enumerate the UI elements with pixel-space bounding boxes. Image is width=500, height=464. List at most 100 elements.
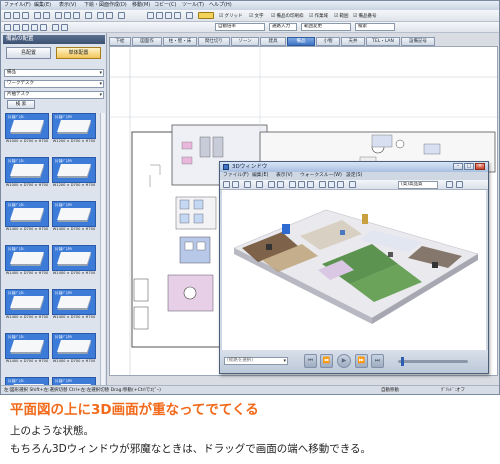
menu-copy[interactable]: コピー(C) [154, 1, 176, 10]
rotate-icon[interactable] [52, 24, 59, 31]
3d-front-view-icon[interactable] [337, 181, 344, 188]
tab-4[interactable]: ゾーン [231, 37, 259, 46]
thumbnail-scrollbar[interactable] [100, 113, 105, 394]
type-select[interactable]: 片袖デスク [4, 91, 104, 99]
island-layout-button[interactable]: 島配置 [6, 47, 51, 59]
3d-menu-settings[interactable]: 設定(S) [346, 172, 362, 180]
3d-top-view-icon[interactable] [328, 181, 335, 188]
scale-combo[interactable]: 自動倍率 [215, 23, 265, 31]
menu-view[interactable]: 表示(V) [59, 1, 76, 10]
fast-forward-button[interactable]: ⏭ [371, 354, 384, 368]
step-forward-button[interactable]: ⏩ [355, 354, 368, 368]
print-preview-icon[interactable] [43, 12, 50, 19]
3d-view-icon[interactable] [198, 12, 214, 19]
minimize-icon[interactable]: – [453, 163, 463, 170]
waypoint-select[interactable]: (経路を選択) [224, 357, 288, 365]
step-back-button[interactable]: ⏪ [320, 354, 333, 368]
tab-6[interactable]: 備品 [287, 37, 315, 46]
3d-viewport[interactable] [222, 190, 486, 350]
close-icon[interactable]: × [475, 163, 485, 170]
align-right-icon[interactable] [40, 24, 47, 31]
tab-0[interactable]: 下絵 [109, 37, 131, 46]
search-button[interactable]: 検 索 [7, 100, 35, 109]
3d-window-titlebar[interactable]: 3Dウィンドウ – □ × [220, 162, 488, 172]
tab-2[interactable]: 柱・壁・床 [163, 37, 197, 46]
3d-rotate-icon[interactable] [289, 181, 296, 188]
range-checkbox[interactable]: 範囲 [334, 12, 348, 21]
menu-tool[interactable]: ツール(T) [182, 1, 204, 10]
furniture-thumbnail[interactable]: 片袖ﾃﾞｽｸL W1400 × D700 × H700 [5, 201, 49, 239]
playback-slider-knob[interactable] [401, 357, 405, 366]
save-icon[interactable] [22, 12, 29, 19]
zoom-fit-icon[interactable] [174, 12, 181, 19]
work-area-checkbox[interactable]: 作業域 [309, 12, 328, 21]
3d-zoom-icon[interactable] [307, 181, 314, 188]
menu-file[interactable]: ファイル(F) [4, 1, 31, 10]
furniture-thumbnail[interactable]: 片袖ﾃﾞｽｸR W1400 × D700 × H700 [52, 289, 96, 327]
furniture-thumbnail[interactable]: 片袖ﾃﾞｽｸL W1000 × D700 × H700 [5, 157, 49, 195]
3d-camera-icon[interactable] [268, 181, 275, 188]
grid-checkbox[interactable]: グリッド [219, 12, 242, 21]
align-center-icon[interactable] [31, 24, 38, 31]
3d-side-view-icon[interactable] [349, 181, 356, 188]
3d-walk-icon[interactable] [319, 181, 326, 188]
3d-print-icon[interactable] [244, 181, 251, 188]
print-frame-checkbox[interactable]: 備品の印刷枠 [271, 12, 303, 21]
3d-help-icon[interactable] [456, 181, 463, 188]
3d-open-icon[interactable] [223, 181, 230, 188]
undo-icon[interactable] [97, 12, 104, 19]
tab-5[interactable]: 建具 [260, 37, 286, 46]
furniture-thumbnail[interactable]: 片袖ﾃﾞｽｸR W1400 × D700 × H700 [52, 201, 96, 239]
flip-icon[interactable] [61, 24, 68, 31]
align-left-icon[interactable] [22, 24, 29, 31]
play-button[interactable]: ▶ [337, 354, 351, 368]
furniture-thumbnail[interactable]: 片袖ﾃﾞｽｸL W1400 × D700 × H700 [5, 245, 49, 283]
3d-menu-walkthrough[interactable]: ウォークスルー(W) [300, 172, 342, 180]
menu-help[interactable]: ヘルプ(H) [209, 1, 232, 10]
tab-3[interactable]: 間仕切り [198, 37, 230, 46]
3d-copy-icon[interactable] [256, 181, 263, 188]
maximize-icon[interactable]: □ [464, 163, 474, 170]
tab-10[interactable]: 設備記号 [401, 37, 435, 46]
item-number-checkbox[interactable]: 備品番号 [353, 12, 376, 21]
zoom-window-icon[interactable] [147, 12, 154, 19]
menu-move[interactable]: 移動(M) [132, 1, 150, 10]
print-icon[interactable] [34, 12, 41, 19]
search-combo[interactable]: 検索 [355, 23, 395, 31]
3d-window[interactable]: 3Dウィンドウ – □ × ファイル(F) 編集(E) 表示(V) ウォークスル… [219, 161, 489, 374]
furniture-thumbnail[interactable]: 片袖ﾃﾞｽｸR W1400 × D700 × H700 [52, 333, 96, 371]
select-icon[interactable] [118, 12, 125, 19]
open-folder-icon[interactable] [13, 12, 20, 19]
3d-menu-view[interactable]: 表示(V) [276, 172, 293, 180]
3d-save-icon[interactable] [232, 181, 239, 188]
pan-icon[interactable] [186, 12, 193, 19]
redo-icon[interactable] [106, 12, 113, 19]
delete-icon[interactable] [85, 12, 92, 19]
tab-7[interactable]: 小物 [316, 37, 340, 46]
furniture-thumbnail[interactable]: 片袖ﾃﾞｽｸL W1400 × D700 × H700 [5, 333, 49, 371]
single-layout-button[interactable]: 単体配置 [56, 47, 101, 59]
subcategory-select[interactable]: ワークデスク [4, 80, 104, 88]
menu-edit[interactable]: 編集(E) [34, 1, 51, 10]
zoom-in-icon[interactable] [156, 12, 163, 19]
aisle-input-combo[interactable]: 通路入力 [269, 23, 297, 31]
playback-slider[interactable] [398, 357, 468, 366]
text-checkbox[interactable]: 文字 [249, 12, 263, 21]
rewind-button[interactable]: ⏮ [304, 354, 317, 368]
furniture-thumbnail[interactable]: 片袖ﾃﾞｽｸR W1200 × D700 × H700 [52, 113, 96, 151]
paste-icon[interactable] [73, 12, 80, 19]
tab-1[interactable]: 図面作 [132, 37, 162, 46]
3d-color-icon[interactable] [446, 181, 453, 188]
tab-9[interactable]: TEL・LAN [366, 37, 400, 46]
3d-menu-edit[interactable]: 編集(E) [252, 172, 268, 180]
furniture-thumbnail[interactable]: 片袖ﾃﾞｽｸL W1400 × D700 × H700 [5, 289, 49, 327]
3d-pan-icon[interactable] [298, 181, 305, 188]
category-select[interactable]: 備品 [4, 69, 104, 77]
3d-light-icon[interactable] [277, 181, 284, 188]
tab-8[interactable]: 天井 [341, 37, 365, 46]
layer-icon[interactable] [4, 24, 11, 31]
furniture-thumbnail[interactable]: 片袖ﾃﾞｽｸL W1000 × D700 × H700 [5, 113, 49, 151]
group-icon[interactable] [13, 24, 20, 31]
copy-icon[interactable] [64, 12, 71, 19]
menu-draw[interactable]: 下絵・図面作成(D) [84, 1, 127, 10]
